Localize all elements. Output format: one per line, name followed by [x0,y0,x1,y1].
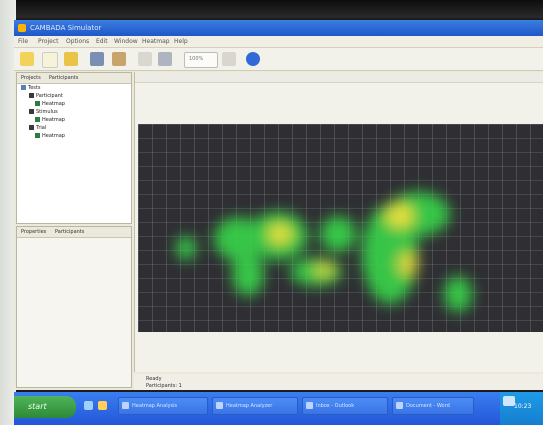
tree-item[interactable]: Heatmap [35,101,69,109]
taskbar-button[interactable]: Heatmap Analyzer [212,397,298,415]
taskbar-button[interactable]: Heatmap Analysis [118,397,208,415]
menu-help[interactable]: Help [174,38,188,45]
clock: 10:23 [514,403,532,410]
menu-project[interactable]: Project [38,38,59,45]
tree-tabs: Projects Participants [17,73,131,84]
window-icon [216,402,223,409]
start-button[interactable]: start [14,396,76,418]
menu-options[interactable]: Options [66,38,89,45]
taskbar: start Heatmap Analysis Heatmap Analyzer … [14,392,543,425]
view-header [135,72,543,83]
properties-panel: Properties Participants [16,226,132,388]
quick-launch-icon[interactable] [98,401,107,410]
project-tree-panel: Projects Participants Tests Participant … [16,72,132,224]
system-tray: 10:23 [500,392,543,425]
open-folder-icon[interactable] [20,52,34,66]
menu-window[interactable]: Window [114,38,138,45]
monitor-bezel-top [0,0,543,18]
tab-properties[interactable]: Properties [21,229,46,235]
window-icon [396,402,403,409]
heatmap-view [134,72,543,372]
menu-file[interactable]: File [18,38,28,45]
taskbar-button[interactable]: Inbox - Outlook [302,397,388,415]
app-icon [18,24,26,32]
window-icon [306,402,313,409]
menu-heatmap[interactable]: Heatmap [142,38,170,45]
app-window: CAMBADA Simulator File Project Options E… [14,20,543,390]
tree-item[interactable]: Stimulus [29,109,63,117]
status-line-2: Participants: 1 [146,383,182,389]
quick-launch-icon[interactable] [84,401,93,410]
heatmap-icon [35,133,40,138]
grid-icon[interactable] [222,52,236,66]
globe-icon[interactable] [246,52,260,66]
taskbar-button[interactable]: Document - Word [392,397,474,415]
new-file-icon[interactable] [42,52,58,68]
status-area: Ready Participants: 1 [134,374,543,390]
tree-item[interactable]: Trial [29,125,63,133]
tree-item[interactable]: Participant [29,93,63,101]
copy-icon[interactable] [158,52,172,66]
node-icon [29,109,34,114]
heatmap-graphic [138,124,543,332]
window-title: CAMBADA Simulator [30,24,102,32]
toolbar: 100% [14,48,543,71]
delete-icon[interactable] [112,52,126,66]
tree-item[interactable]: Heatmap [35,117,69,125]
heatmap-icon [35,101,40,106]
folder-icon [21,85,26,90]
zoom-field[interactable]: 100% [184,52,218,68]
menu-edit[interactable]: Edit [96,38,108,45]
tab-participants[interactable]: Participants [49,75,78,81]
tree-item[interactable]: Tests [21,85,55,93]
node-icon [29,125,34,130]
project-tree: Tests Participant Heatmap Stimulus Heatm… [21,85,65,141]
window-icon [122,402,129,409]
heatmap-icon [35,117,40,122]
properties-tabs: Properties Participants [17,227,131,238]
heatmap-canvas[interactable] [138,124,543,332]
tab-projects[interactable]: Projects [21,75,41,81]
gallery-icon[interactable] [90,52,104,66]
status-line-1: Ready [146,376,162,382]
tab-participants-lower[interactable]: Participants [55,229,84,235]
tree-item[interactable]: Heatmap [35,133,69,141]
menu-bar: File Project Options Edit Window Heatmap… [14,36,543,48]
save-icon[interactable] [64,52,78,66]
close-icon[interactable] [138,52,152,66]
title-bar[interactable]: CAMBADA Simulator [14,20,543,36]
node-icon [29,93,34,98]
